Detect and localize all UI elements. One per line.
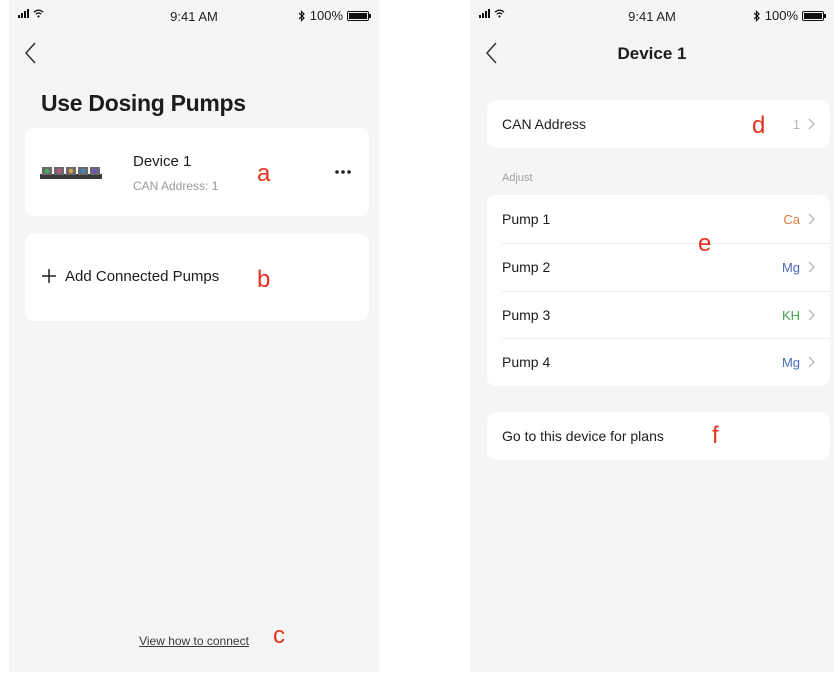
pump-row-1[interactable]: Pump 1 Ca [487, 195, 830, 243]
chevron-right-icon [808, 118, 815, 130]
device-card[interactable]: Device 1 CAN Address: 1 [25, 128, 369, 216]
pump-label: Pump 2 [502, 258, 551, 275]
pump-device-image [40, 167, 102, 179]
nav-title: Device 1 [617, 44, 687, 63]
back-chevron-icon[interactable] [21, 38, 47, 68]
chevron-right-icon [808, 213, 815, 225]
add-connected-pumps-label: Add Connected Pumps [65, 268, 220, 285]
section-label-adjust: Adjust [502, 172, 533, 184]
pump-value: KH [781, 307, 800, 323]
pump-label: Pump 3 [502, 306, 551, 323]
view-how-to-connect-link[interactable]: View how to connect [9, 634, 379, 648]
add-connected-pumps-button[interactable]: Add Connected Pumps [25, 234, 369, 321]
annotation-a: a [257, 160, 271, 187]
right-screen: 9:41 AM 100% Device 1 CAN Address 1 Adju… [470, 0, 834, 672]
battery-icon [347, 10, 371, 21]
help-link-label[interactable]: View how to connect [139, 634, 249, 648]
can-address-value: 1 [792, 117, 800, 132]
pump-value: Ca [783, 212, 800, 227]
pumps-list: Pump 1 Ca Pump 2 Mg Pump 3 KH Pump 4 Mg [487, 195, 830, 386]
pump-label: Pump 4 [502, 354, 551, 371]
bluetooth-icon [753, 9, 760, 22]
device-name: Device 1 [133, 153, 192, 170]
pump-row-3[interactable]: Pump 3 KH [487, 291, 830, 339]
more-icon[interactable] [329, 158, 357, 186]
annotation-e: e [698, 230, 712, 257]
page-title: Use Dosing Pumps [41, 90, 246, 116]
bluetooth-icon [298, 9, 305, 22]
annotation-d: d [752, 112, 766, 139]
pump-label: Pump 1 [502, 211, 551, 227]
can-address-row[interactable]: CAN Address 1 [487, 100, 830, 148]
battery-icon [802, 10, 826, 21]
device-can-address: CAN Address: 1 [133, 179, 219, 193]
battery-percent: 100% [309, 8, 343, 23]
chevron-right-icon [808, 309, 815, 320]
status-bar: 9:41 AM 100% [470, 0, 834, 30]
battery-percent: 100% [764, 8, 798, 23]
can-address-label: CAN Address [502, 116, 587, 132]
left-screen: 9:41 AM 100% Use Dosing Pumps Device 1 C… [9, 0, 379, 672]
pump-row-2[interactable]: Pump 2 Mg [487, 243, 830, 291]
pump-value: Mg [781, 355, 800, 371]
chevron-right-icon [808, 356, 815, 368]
plans-label: Go to this device for plans [502, 428, 664, 444]
pump-row-4[interactable]: Pump 4 Mg [487, 338, 830, 386]
chevron-right-icon [808, 261, 815, 273]
annotation-b: b [257, 266, 271, 293]
annotation-c: c [273, 622, 285, 649]
annotation-f: f [712, 422, 719, 449]
plus-icon [42, 269, 56, 283]
pump-value: Mg [781, 259, 800, 275]
go-to-device-plans-row[interactable]: Go to this device for plans [487, 412, 830, 460]
status-bar: 9:41 AM 100% [9, 0, 379, 30]
